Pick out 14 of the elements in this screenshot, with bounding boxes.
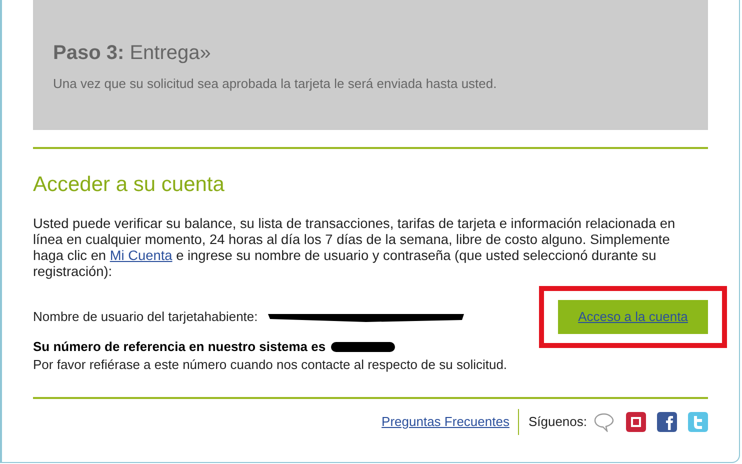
- section-heading: Acceder a su cuenta: [33, 173, 226, 197]
- follow-label: Síguenos:: [528, 412, 587, 431]
- account-paragraph: Usted puede verificar su balance, su lista de transacciones, tarifas de tarjeta e información relacionada en línea en cualquier momento, 24 horas al día los 7 días de la semana, libre de costo alguno. Simplemente haga clic en Mi Cuenta e ingrese su nombre de usuario y contraseña (que usted seleccionó durante su registración):: [33, 216, 676, 280]
- my-account-link[interactable]: Mi Cuenta: [110, 248, 172, 263]
- square-logo-icon[interactable]: [626, 412, 646, 432]
- speech-bubble-icon[interactable]: [593, 412, 615, 432]
- reference-label: Su número de referencia en nuestro sistema es: [33, 338, 326, 356]
- redaction-mark: [330, 340, 396, 353]
- step-description: Una vez que su solicitud sea aprobada la tarjeta le será enviada hasta usted.: [53, 75, 498, 93]
- facebook-icon[interactable]: [657, 412, 677, 432]
- username-label: Nombre de usuario del tarjetahabiente:: [33, 308, 258, 326]
- step-title: Paso 3: Entrega»: [53, 41, 212, 66]
- reference-note: Por favor refiérase a este número cuando nos contacte al respecto de su solicitud.: [33, 356, 508, 372]
- faq-link[interactable]: Preguntas Frecuentes: [382, 412, 510, 432]
